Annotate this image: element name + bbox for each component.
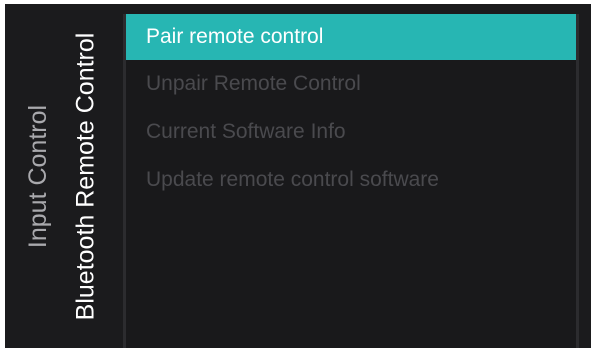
menu-item-current-software-info[interactable]: Current Software Info bbox=[126, 108, 576, 156]
breadcrumb-current-label: Bluetooth Remote Control bbox=[71, 32, 100, 320]
menu-item-pair-remote[interactable]: Pair remote control bbox=[126, 14, 576, 60]
breadcrumb-parent-label: Input Control bbox=[24, 104, 53, 248]
menu-list: Pair remote control Unpair Remote Contro… bbox=[126, 14, 576, 204]
tv-menu-screen: Input Control Bluetooth Remote Control P… bbox=[5, 4, 591, 348]
menu-item-label: Current Software Info bbox=[146, 120, 346, 143]
breadcrumb-parent[interactable]: Input Control bbox=[19, 4, 59, 348]
menu-item-label: Pair remote control bbox=[146, 25, 324, 48]
menu-item-unpair-remote[interactable]: Unpair Remote Control bbox=[126, 60, 576, 108]
menu-panel: Pair remote control Unpair Remote Contro… bbox=[123, 14, 579, 348]
menu-item-update-remote-software[interactable]: Update remote control software bbox=[126, 156, 576, 204]
breadcrumb-current: Bluetooth Remote Control bbox=[63, 4, 109, 348]
menu-item-label: Unpair Remote Control bbox=[146, 72, 361, 95]
menu-item-label: Update remote control software bbox=[146, 168, 439, 191]
